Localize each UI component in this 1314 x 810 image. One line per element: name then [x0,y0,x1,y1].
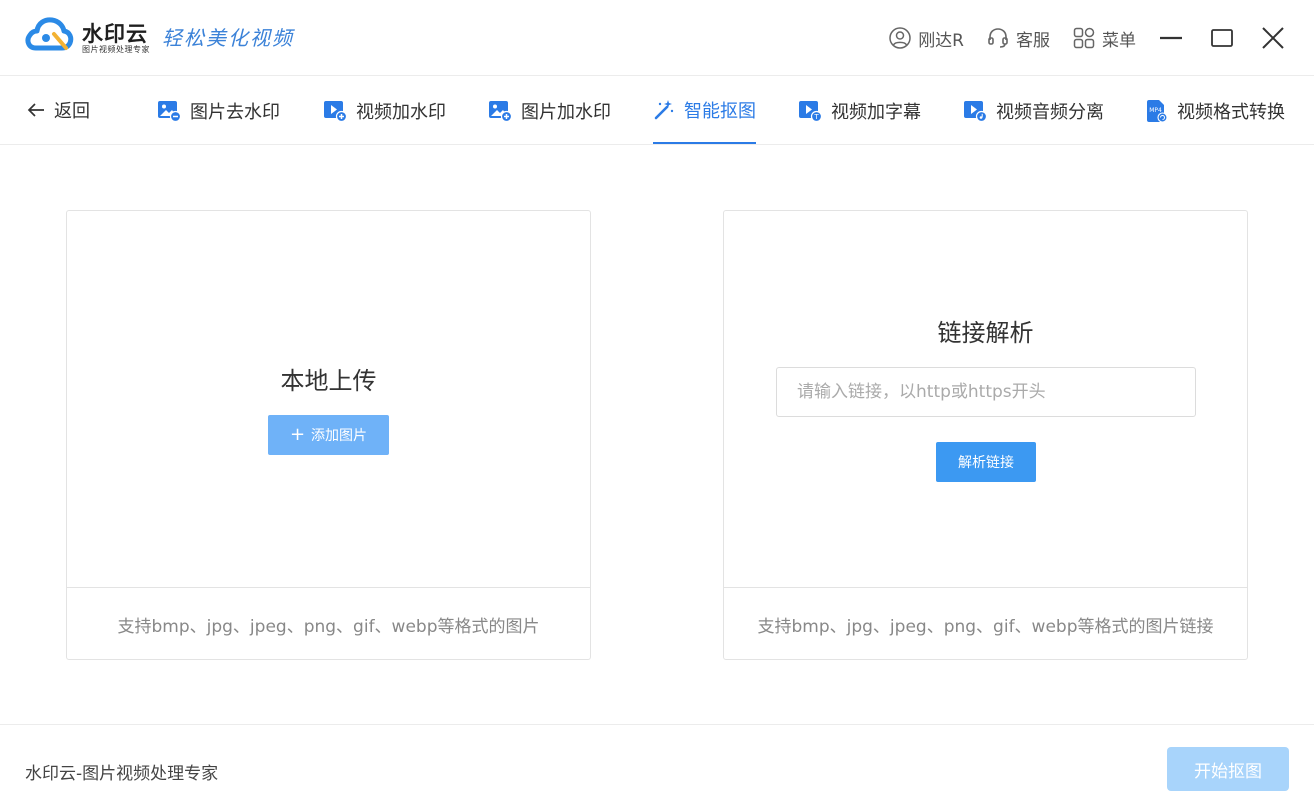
local-upload-body: 本地上传 + 添加图片 [67,211,590,587]
close-icon [1262,27,1284,49]
top-actions: 刚达R 客服 菜单 [888,0,1314,76]
tab-video-add-watermark[interactable]: 视频加水印 [323,77,446,144]
menu-label: 菜单 [1102,30,1136,51]
user-name-label: 刚达R [918,30,964,51]
feature-tab-bar: 返回 图片去水印 视频加水印 图片加水印 智能抠图 T 视频加字幕 视频音频分离… [0,77,1314,145]
customer-service-label: 客服 [1016,30,1050,51]
add-image-button[interactable]: + 添加图片 [268,415,389,455]
maximize-icon [1211,29,1233,47]
start-cutout-button[interactable]: 开始抠图 [1167,747,1289,791]
link-parse-hint: 支持bmp、jpg、jpeg、png、gif、webp等格式的图片链接 [724,587,1247,660]
menu-button[interactable]: 菜单 [1072,26,1136,51]
minimize-button[interactable] [1158,25,1184,51]
link-parse-title: 链接解析 [937,319,1034,347]
plus-icon: + [289,424,306,445]
tab-label: 图片去水印 [190,101,280,123]
video-audio-icon [964,100,987,122]
magic-wand-icon [654,99,674,119]
title-bar: 水印云 图片视频处理专家 轻松美化视频 刚达R 客服 菜单 [0,0,1314,76]
back-button[interactable]: 返回 [26,77,90,143]
tab-label: 视频音频分离 [996,101,1104,123]
close-window-button[interactable] [1260,25,1286,51]
grid-icon [1073,27,1095,49]
tab-label: 视频加水印 [356,101,446,123]
footer-bar: 水印云-图片视频处理专家 开始抠图 [0,724,1314,810]
add-image-label: 添加图片 [311,428,368,444]
back-label: 返回 [54,101,90,122]
user-account-button[interactable]: 刚达R [888,26,964,51]
tab-video-format-convert[interactable]: MP4 视频格式转换 [1146,77,1285,144]
parse-link-button[interactable]: 解析链接 [936,442,1036,482]
tab-video-add-subtitle[interactable]: T 视频加字幕 [798,77,921,144]
brand-slogan: 轻松美化视频 [162,26,294,50]
link-parse-panel: 链接解析 解析链接 支持bmp、jpg、jpeg、png、gif、webp等格式… [723,210,1248,660]
url-input[interactable] [776,367,1196,417]
user-icon [889,27,911,49]
tab-label: 视频加字幕 [831,101,921,123]
video-plus-icon [324,100,347,122]
footer-brand-text: 水印云-图片视频处理专家 [25,764,219,784]
tab-image-add-watermark[interactable]: 图片加水印 [488,77,611,144]
local-upload-title: 本地上传 [280,367,377,395]
tab-label: 视频格式转换 [1177,101,1285,123]
local-upload-panel: 本地上传 + 添加图片 支持bmp、jpg、jpeg、png、gif、webp等… [66,210,591,660]
mp4-file-icon: MP4 [1147,99,1168,123]
local-upload-hint: 支持bmp、jpg、jpeg、png、gif、webp等格式的图片 [67,587,590,660]
link-parse-body: 链接解析 解析链接 [724,211,1247,587]
image-minus-icon [158,100,181,122]
headset-icon [988,28,1008,48]
tab-label: 智能抠图 [684,100,756,122]
video-subtitle-icon: T [799,100,822,122]
tab-smart-cutout[interactable]: 智能抠图 [653,77,756,144]
tab-image-remove-watermark[interactable]: 图片去水印 [157,77,280,144]
image-plus-icon [489,100,512,122]
svg-text:MP4: MP4 [1149,107,1162,114]
customer-service-button[interactable]: 客服 [986,26,1050,51]
cloud-logo-icon [25,17,74,51]
tab-video-audio-split[interactable]: 视频音频分离 [963,77,1104,144]
brand-subtitle: 图片视频处理专家 [82,45,150,54]
arrow-left-icon [27,103,44,117]
minimize-icon [1160,36,1182,40]
svg-text:T: T [813,113,819,121]
maximize-button[interactable] [1209,25,1235,51]
tab-label: 图片加水印 [521,101,611,123]
